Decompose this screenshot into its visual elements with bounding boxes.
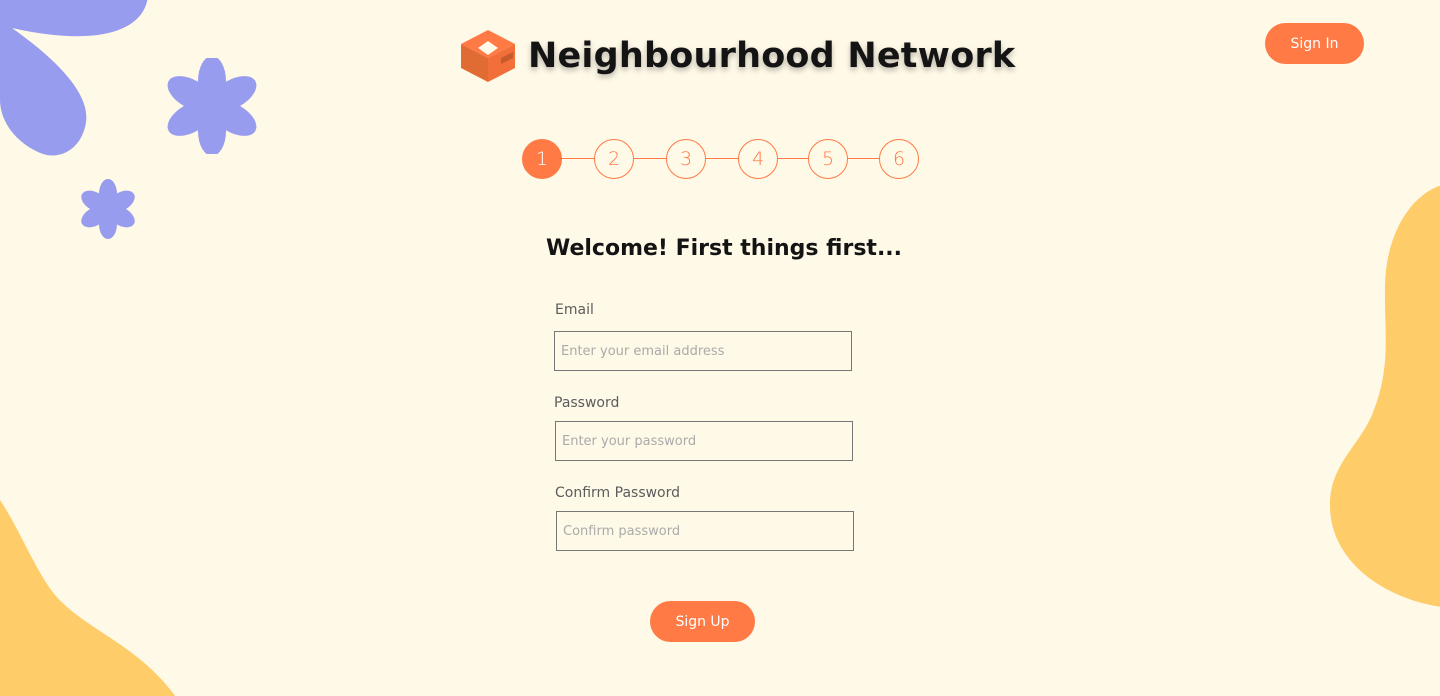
flower-icon bbox=[167, 58, 257, 154]
email-label: Email bbox=[555, 302, 594, 318]
stepper-connector bbox=[846, 158, 880, 159]
flower-icon bbox=[81, 179, 135, 239]
page-title: Welcome! First things first... bbox=[545, 236, 903, 261]
stepper-connector bbox=[632, 158, 666, 159]
confirm-password-label: Confirm Password bbox=[555, 485, 681, 501]
brand-name: Neighbourhood Network bbox=[528, 36, 1016, 76]
sign-up-button[interactable]: Sign Up bbox=[650, 601, 755, 642]
password-label: Password bbox=[554, 395, 620, 411]
stepper-connector bbox=[776, 158, 808, 159]
step-2: 2 bbox=[594, 139, 634, 179]
progress-stepper: 1 2 3 4 5 6 bbox=[522, 139, 919, 179]
email-field[interactable] bbox=[554, 331, 852, 371]
yellow-blob-bottom-left bbox=[0, 500, 176, 696]
sign-in-button[interactable]: Sign In bbox=[1265, 23, 1364, 64]
flower-petal-decoration bbox=[0, 0, 148, 156]
step-3: 3 bbox=[666, 139, 706, 179]
step-4: 4 bbox=[738, 139, 778, 179]
diamond-frame-logo-icon bbox=[461, 30, 515, 82]
stepper-connector bbox=[560, 158, 594, 159]
step-5: 5 bbox=[808, 139, 848, 179]
step-1: 1 bbox=[522, 139, 562, 179]
brand: Neighbourhood Network bbox=[460, 26, 1015, 86]
confirm-password-field[interactable] bbox=[556, 511, 854, 551]
stepper-connector bbox=[704, 158, 738, 159]
password-field[interactable] bbox=[555, 421, 853, 461]
step-6: 6 bbox=[879, 139, 919, 179]
